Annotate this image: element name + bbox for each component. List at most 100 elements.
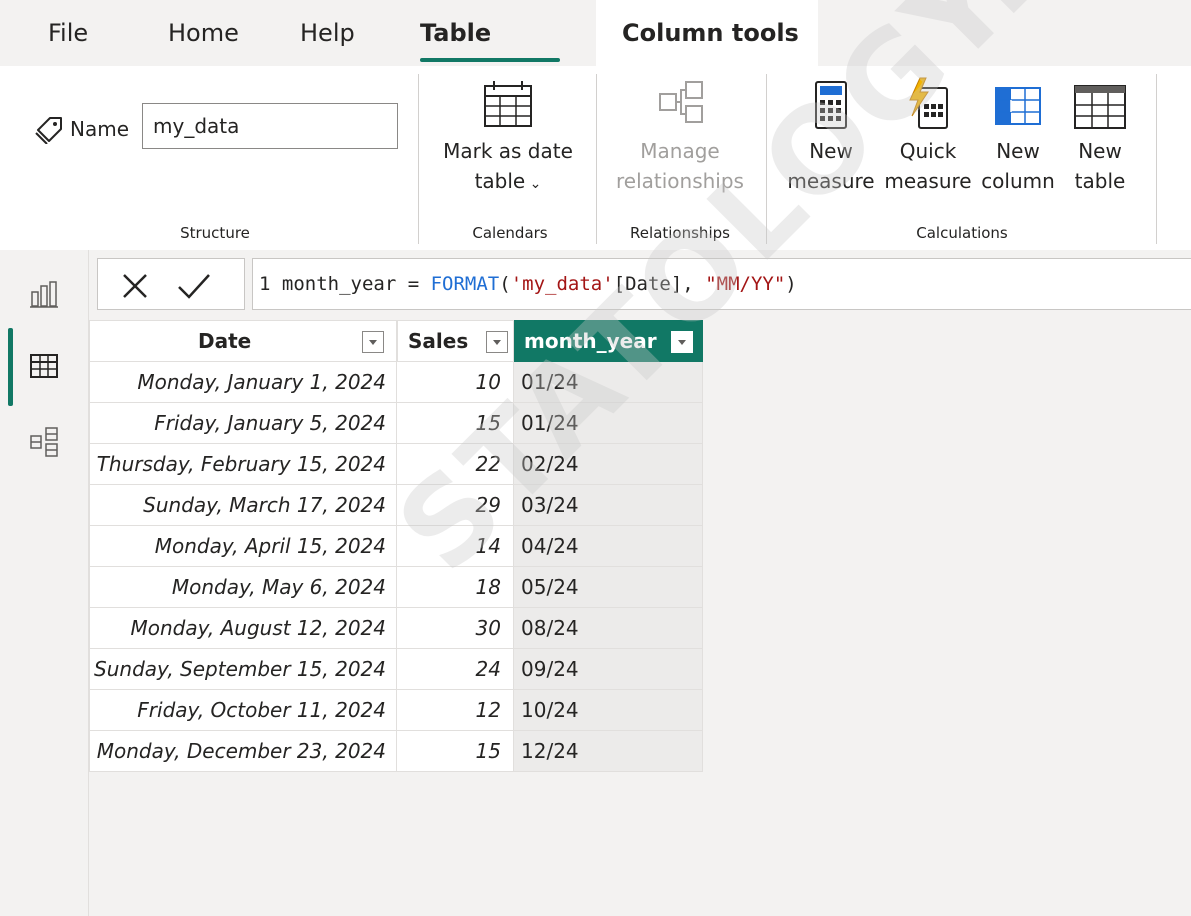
cell-sales[interactable]: 12 xyxy=(397,690,514,731)
cell-month-year[interactable]: 10/24 xyxy=(514,690,703,731)
manage-label-2: relationships xyxy=(616,169,744,193)
cell-sales[interactable]: 14 xyxy=(397,526,514,567)
cell-date[interactable]: Monday, January 1, 2024 xyxy=(89,362,397,403)
mark-as-date-table-button[interactable]: Mark as date table ⌄ xyxy=(428,76,588,199)
column-header-label: Sales xyxy=(408,329,469,353)
ribbon: File Home Help Table tools Column tools … xyxy=(0,0,1191,250)
mark-as-date-label-2: table xyxy=(474,169,526,193)
cell-sales[interactable]: 10 xyxy=(397,362,514,403)
cell-sales[interactable]: 15 xyxy=(397,403,514,444)
formula-table-ref: 'my_data' xyxy=(510,273,614,295)
new-column-label-1: New xyxy=(996,139,1040,163)
dropdown-icon[interactable] xyxy=(362,331,384,353)
new-measure-button[interactable]: New measure xyxy=(784,76,878,196)
formula-line-number: 1 xyxy=(259,273,271,295)
name-label: Name xyxy=(70,117,130,141)
new-table-label-1: New xyxy=(1078,139,1122,163)
cell-date[interactable]: Monday, August 12, 2024 xyxy=(89,608,397,649)
cell-date[interactable]: Monday, April 15, 2024 xyxy=(89,526,397,567)
new-column-icon xyxy=(995,87,1041,125)
quick-measure-label-1: Quick xyxy=(899,139,957,163)
cell-date[interactable]: Sunday, March 17, 2024 xyxy=(89,485,397,526)
group-label-relationships: Relationships xyxy=(630,224,730,242)
new-table-label-2: table xyxy=(1074,169,1126,193)
tab-home[interactable]: Home xyxy=(168,0,248,66)
cell-month-year[interactable]: 09/24 xyxy=(514,649,703,690)
group-separator xyxy=(1156,74,1157,244)
manage-label-1: Manage xyxy=(640,139,720,163)
new-column-button[interactable]: New column xyxy=(976,76,1060,196)
column-header-month-year[interactable]: month_year xyxy=(514,320,703,362)
cell-date[interactable]: Monday, December 23, 2024 xyxy=(89,731,397,772)
cell-date[interactable]: Friday, October 11, 2024 xyxy=(89,690,397,731)
cell-sales[interactable]: 24 xyxy=(397,649,514,690)
quick-measure-label-2: measure xyxy=(884,169,972,193)
cell-month-year[interactable]: 03/24 xyxy=(514,485,703,526)
new-table-button[interactable]: New table xyxy=(1062,76,1138,196)
quick-measure-icon xyxy=(909,77,948,129)
tab-file[interactable]: File xyxy=(48,0,108,66)
formula-open: ( xyxy=(499,273,511,295)
chevron-down-icon: ⌄ xyxy=(525,176,542,192)
new-column-label-2: column xyxy=(981,169,1055,193)
formula-close: ) xyxy=(785,273,797,295)
column-header-label: month_year xyxy=(524,329,657,353)
calculator-icon xyxy=(815,81,847,129)
cell-month-year[interactable]: 01/24 xyxy=(514,403,703,444)
tab-column-tools[interactable]: Column tools xyxy=(596,0,818,66)
cell-month-year[interactable]: 08/24 xyxy=(514,608,703,649)
cell-sales[interactable]: 18 xyxy=(397,567,514,608)
cell-date[interactable]: Friday, January 5, 2024 xyxy=(89,403,397,444)
formula-bar-buttons xyxy=(97,258,245,310)
manage-relationships-icon xyxy=(659,81,703,123)
column-header-sales[interactable]: Sales xyxy=(397,320,514,362)
cell-month-year[interactable]: 05/24 xyxy=(514,567,703,608)
ribbon-tabs: File Home Help Table tools Column tools xyxy=(0,0,1191,113)
cell-month-year[interactable]: 01/24 xyxy=(514,362,703,403)
cell-month-year[interactable]: 04/24 xyxy=(514,526,703,567)
cell-sales[interactable]: 22 xyxy=(397,444,514,485)
cell-sales[interactable]: 15 xyxy=(397,731,514,772)
manage-relationships-button[interactable]: Manage relationships xyxy=(604,76,756,196)
cell-sales[interactable]: 29 xyxy=(397,485,514,526)
cell-sales[interactable]: 30 xyxy=(397,608,514,649)
calendar-table-icon xyxy=(484,81,532,127)
column-header-date[interactable]: Date xyxy=(89,320,397,362)
table-view-icon[interactable] xyxy=(28,350,60,382)
tag-icon xyxy=(35,117,62,144)
formula-input[interactable]: 1 month_year = FORMAT('my_data'[Date], "… xyxy=(252,258,1191,310)
cell-month-year[interactable]: 02/24 xyxy=(514,444,703,485)
column-header-label: Date xyxy=(198,329,252,353)
dropdown-icon[interactable] xyxy=(486,331,508,353)
ribbon-groups: Name Structure Mark as date table ⌄ Cale… xyxy=(0,66,1191,250)
cancel-icon[interactable] xyxy=(120,271,150,301)
quick-measure-button[interactable]: Quick measure xyxy=(880,76,976,196)
cell-date[interactable]: Thursday, February 15, 2024 xyxy=(89,444,397,485)
formula-prefix: month_year = xyxy=(270,273,431,295)
report-view-icon[interactable] xyxy=(28,278,60,310)
tab-help[interactable]: Help xyxy=(300,0,370,66)
cell-date[interactable]: Sunday, September 15, 2024 xyxy=(89,649,397,690)
formula-column-ref: [Date] xyxy=(613,273,683,295)
dropdown-icon[interactable] xyxy=(671,331,693,353)
cell-date[interactable]: Monday, May 6, 2024 xyxy=(89,567,397,608)
group-label-structure: Structure xyxy=(180,224,250,242)
formula-format-string: "MM/YY" xyxy=(705,273,786,295)
table-name-input[interactable] xyxy=(142,103,398,149)
new-measure-label-1: New xyxy=(809,139,853,163)
group-label-calendars: Calendars xyxy=(472,224,548,242)
formula-sep: , xyxy=(682,273,706,295)
formula-function: FORMAT xyxy=(430,273,500,295)
view-rail xyxy=(0,250,89,916)
mark-as-date-label-1: Mark as date xyxy=(443,139,573,163)
group-separator xyxy=(766,74,767,244)
group-separator xyxy=(596,74,597,244)
tab-table-tools[interactable]: Table tools xyxy=(420,0,560,113)
group-label-calculations: Calculations xyxy=(916,224,1008,242)
commit-check-icon[interactable] xyxy=(176,271,212,301)
group-separator xyxy=(418,74,419,244)
active-view-indicator xyxy=(8,328,13,406)
new-table-icon xyxy=(1074,85,1126,129)
cell-month-year[interactable]: 12/24 xyxy=(514,731,703,772)
model-view-icon[interactable] xyxy=(28,426,60,458)
